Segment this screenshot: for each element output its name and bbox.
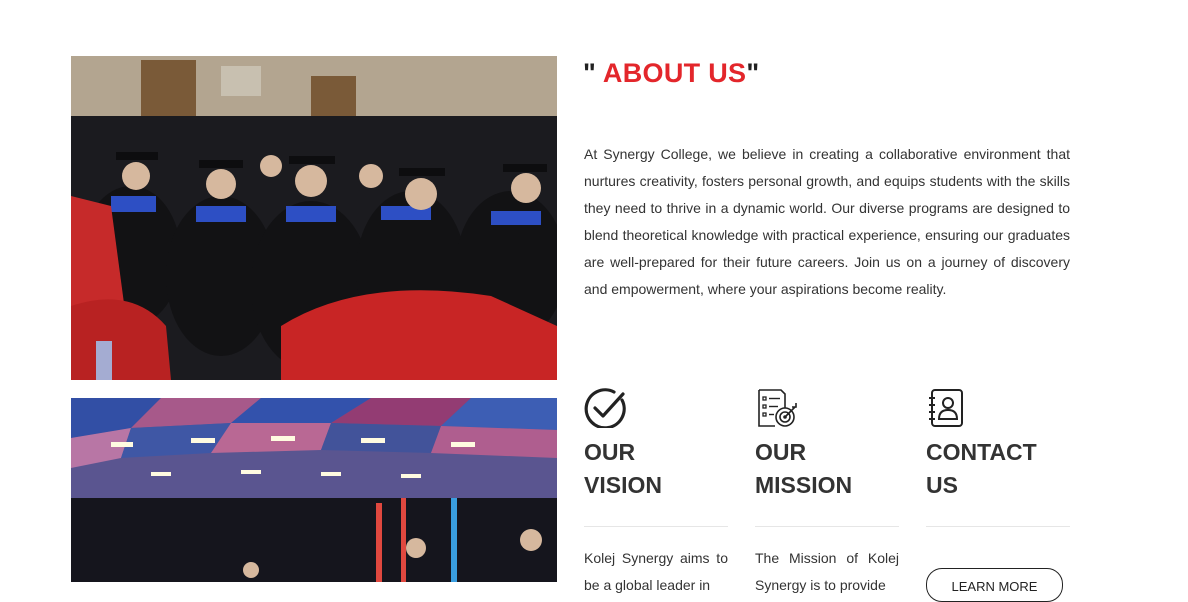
checklist-target-icon <box>758 389 797 427</box>
contact-title-line1: CONTACT <box>926 439 1037 465</box>
mission-title-line1: OUR <box>755 439 807 465</box>
graduation-photo-art <box>71 56 557 380</box>
contact-title-line2: US <box>926 472 958 498</box>
graduation-ceremony-photo <box>71 56 557 380</box>
contact-title: CONTACT US <box>926 436 1070 502</box>
mission-card: OUR MISSION The Mission of Kolej Synergy… <box>755 388 899 599</box>
mission-divider <box>755 526 899 527</box>
about-us-title: ABOUT US <box>602 58 747 88</box>
about-paragraph: At Synergy College, we believe in creati… <box>584 146 1070 297</box>
vision-title: OUR VISION <box>584 436 728 502</box>
vision-title-line2: VISION <box>584 472 662 498</box>
learn-more-button[interactable]: LEARN MORE <box>926 568 1063 602</box>
vision-text: Kolej Synergy aims to be a global leader… <box>584 550 728 593</box>
check-circle-icon <box>584 388 626 428</box>
vision-card: OUR VISION Kolej Synergy aims to be a gl… <box>584 388 728 599</box>
contact-divider <box>926 526 1070 527</box>
event-hall-photo <box>71 398 557 582</box>
mission-title-line2: MISSION <box>755 472 853 498</box>
about-us-heading: " ABOUT US" <box>583 58 759 89</box>
quote-open: " <box>583 58 597 88</box>
vision-divider <box>584 526 728 527</box>
event-hall-art <box>71 398 557 582</box>
mission-text: The Mission of Kolej Synergy is to provi… <box>755 550 899 593</box>
quote-close: " <box>746 58 760 88</box>
vision-title-line1: OUR <box>584 439 636 465</box>
contact-book-icon <box>929 389 963 427</box>
contact-card: CONTACT US LEARN MORE <box>926 388 1070 602</box>
mission-title: OUR MISSION <box>755 436 899 502</box>
